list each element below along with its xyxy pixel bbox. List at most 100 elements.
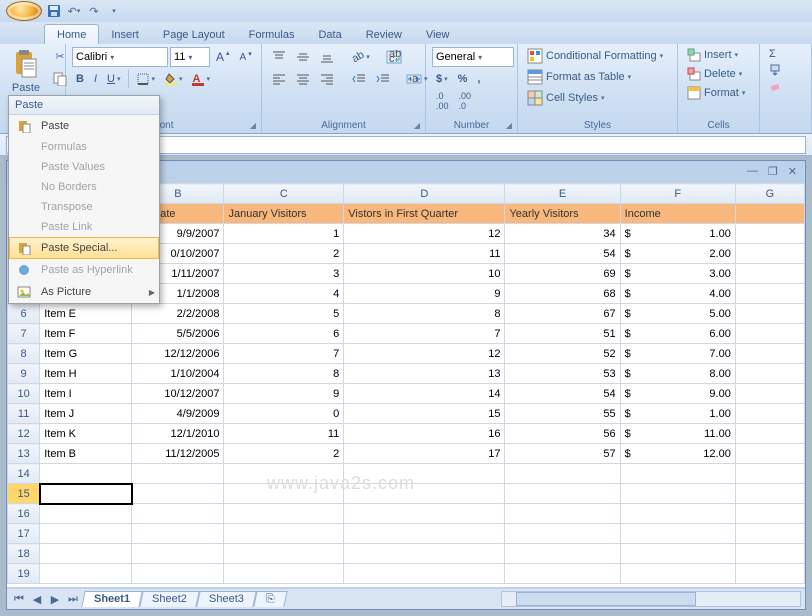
cell[interactable]: Item E (40, 304, 132, 324)
cell[interactable]: Item H (40, 364, 132, 384)
italic-icon[interactable]: I (90, 71, 101, 87)
cell[interactable]: $1.00 (620, 404, 735, 424)
row-header-6[interactable]: 6 (8, 304, 40, 324)
cell[interactable] (344, 564, 505, 584)
cell[interactable] (620, 504, 735, 524)
row-header-11[interactable]: 11 (8, 404, 40, 424)
cell[interactable] (344, 544, 505, 564)
undo-icon[interactable]: ↶▾ (66, 3, 82, 19)
cell[interactable]: 12/12/2006 (132, 344, 224, 364)
cell[interactable]: 9 (344, 284, 505, 304)
comma-format-icon[interactable]: , (473, 71, 484, 87)
cell[interactable]: Item F (40, 324, 132, 344)
font-color-icon[interactable]: A▾ (189, 71, 214, 88)
increase-decimal-icon[interactable]: .0.00 (432, 89, 453, 113)
conditional-formatting-button[interactable]: Conditional Formatting▾ (524, 46, 666, 66)
cell[interactable]: 8 (344, 304, 505, 324)
cell[interactable]: $1.00 (620, 224, 735, 244)
cell[interactable] (132, 524, 224, 544)
cell[interactable]: $3.00 (620, 264, 735, 284)
cell[interactable] (735, 504, 804, 524)
cell[interactable] (735, 364, 804, 384)
qat-customize-icon[interactable]: ▾ (106, 3, 122, 19)
cell[interactable] (224, 464, 344, 484)
cell[interactable]: 55 (505, 404, 620, 424)
number-format-combo[interactable]: General▾ (432, 47, 514, 67)
cell[interactable]: 16 (344, 424, 505, 444)
menu-paste[interactable]: Paste (9, 115, 159, 137)
row-header-13[interactable]: 13 (8, 444, 40, 464)
cell[interactable] (735, 264, 804, 284)
cell[interactable]: 52 (505, 344, 620, 364)
cell[interactable] (132, 504, 224, 524)
cell[interactable] (224, 484, 344, 504)
cell[interactable]: 10 (344, 264, 505, 284)
restore-icon[interactable]: ❐ (768, 165, 778, 178)
close-icon[interactable]: ✕ (788, 165, 797, 178)
cell[interactable]: 1/10/2004 (132, 364, 224, 384)
number-dialog-launcher-icon[interactable]: ◢ (503, 119, 515, 131)
cell[interactable] (735, 444, 804, 464)
tab-insert[interactable]: Insert (99, 25, 151, 44)
cell[interactable] (735, 424, 804, 444)
align-center-icon[interactable] (292, 71, 314, 87)
cell[interactable]: Item J (40, 404, 132, 424)
fill-color-icon[interactable]: ▾ (161, 71, 187, 87)
cell[interactable] (505, 544, 620, 564)
cell[interactable] (40, 544, 132, 564)
cell[interactable] (620, 564, 735, 584)
cell[interactable]: 17 (344, 444, 505, 464)
row-header-7[interactable]: 7 (8, 324, 40, 344)
first-sheet-icon[interactable]: ⏮ (11, 591, 27, 607)
cell[interactable]: 54 (505, 244, 620, 264)
tab-view[interactable]: View (414, 25, 462, 44)
percent-format-icon[interactable]: % (454, 71, 472, 87)
row-header-14[interactable]: 14 (8, 464, 40, 484)
wrap-text-icon[interactable]: abc (382, 48, 406, 66)
sheet-tab-sheet1[interactable]: Sheet1 (81, 591, 142, 607)
cell[interactable]: Item B (40, 444, 132, 464)
cell[interactable]: 2 (224, 244, 344, 264)
clear-icon[interactable] (766, 78, 784, 94)
cell[interactable]: 4/9/2009 (132, 404, 224, 424)
col-header-D[interactable]: D (344, 184, 505, 204)
accounting-format-icon[interactable]: $▾ (432, 71, 452, 87)
cell[interactable] (132, 564, 224, 584)
row-header-10[interactable]: 10 (8, 384, 40, 404)
cell[interactable] (735, 324, 804, 344)
cell[interactable]: $9.00 (620, 384, 735, 404)
align-left-icon[interactable] (268, 71, 290, 87)
cell[interactable] (505, 524, 620, 544)
cell[interactable] (735, 484, 804, 504)
cell[interactable] (132, 464, 224, 484)
cell[interactable] (735, 344, 804, 364)
cell[interactable]: 54 (505, 384, 620, 404)
cell[interactable]: 7 (224, 344, 344, 364)
cell[interactable]: 13 (344, 364, 505, 384)
decrease-decimal-icon[interactable]: .00.0 (455, 89, 476, 113)
cell[interactable] (344, 484, 505, 504)
row-header-16[interactable]: 16 (8, 504, 40, 524)
cell[interactable]: 11 (344, 244, 505, 264)
cell[interactable]: $6.00 (620, 324, 735, 344)
tab-formulas[interactable]: Formulas (237, 25, 307, 44)
cell[interactable] (132, 544, 224, 564)
align-top-icon[interactable] (268, 49, 290, 65)
grow-font-icon[interactable]: A▴ (212, 48, 234, 66)
cell[interactable]: 9 (224, 384, 344, 404)
cell[interactable] (620, 544, 735, 564)
insert-sheet-icon[interactable]: ⎘ (253, 591, 287, 607)
cell[interactable]: 5 (224, 304, 344, 324)
increase-indent-icon[interactable] (372, 71, 394, 87)
format-cells-button[interactable]: Format▾ (684, 84, 748, 102)
alignment-dialog-launcher-icon[interactable]: ◢ (411, 119, 423, 131)
border-icon[interactable]: ▾ (133, 71, 159, 87)
row-header-17[interactable]: 17 (8, 524, 40, 544)
cell[interactable]: $2.00 (620, 244, 735, 264)
cell[interactable] (40, 564, 132, 584)
cell[interactable] (735, 524, 804, 544)
cell[interactable] (40, 484, 132, 504)
cell[interactable] (224, 504, 344, 524)
cell[interactable] (40, 504, 132, 524)
row-header-8[interactable]: 8 (8, 344, 40, 364)
